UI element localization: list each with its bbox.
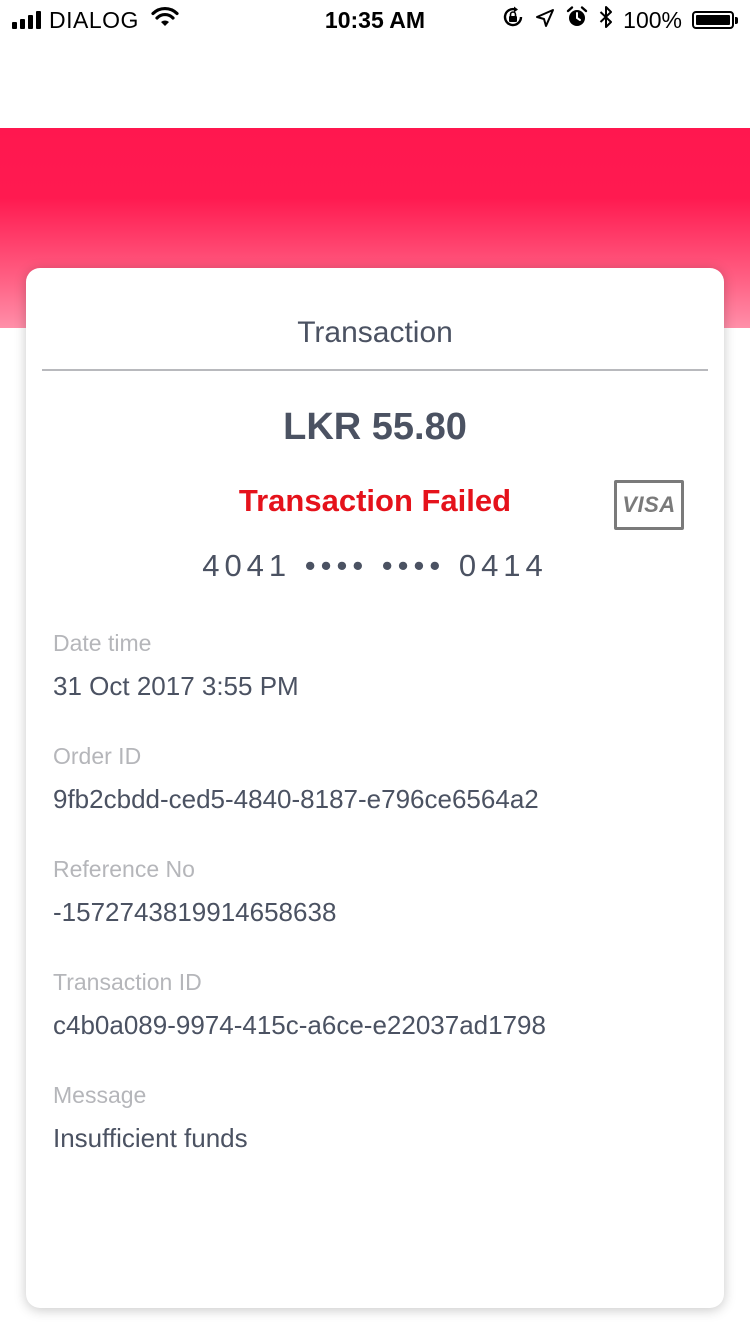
date-time-field: Date time 31 Oct 2017 3:55 PM	[53, 626, 703, 706]
battery-icon	[692, 11, 738, 29]
field-label: Order ID	[53, 743, 142, 769]
status-bar: DIALOG 10:35 AM 100%	[0, 0, 750, 40]
order-id-field: Order ID 9fb2cbdd-ced5-4840-8187-e796ce6…	[53, 739, 703, 819]
field-value: c4b0a089-9974-415c-a6ce-e22037ad1798	[53, 1010, 546, 1040]
field-label: Date time	[53, 630, 152, 656]
location-icon	[535, 7, 555, 34]
orientation-lock-icon	[501, 5, 525, 35]
bluetooth-icon	[599, 5, 613, 35]
reference-no-field: Reference No -1572743819914658638	[53, 852, 703, 932]
transaction-amount: LKR 55.80	[283, 406, 467, 448]
visa-card-icon: VISA	[614, 480, 684, 530]
field-value: -1572743819914658638	[53, 897, 337, 927]
alarm-icon	[565, 5, 589, 35]
divider	[42, 369, 708, 371]
field-label: Reference No	[53, 856, 195, 882]
field-value: Insufficient funds	[53, 1123, 248, 1153]
battery-percent: 100%	[623, 6, 682, 33]
field-label: Message	[53, 1082, 147, 1108]
transaction-screen: DIALOG 10:35 AM 100% Transaction LKR 55.…	[0, 0, 750, 1334]
masked-card-number: 4041 •••• •••• 0414	[202, 548, 548, 583]
field-value: 31 Oct 2017 3:55 PM	[53, 671, 299, 701]
field-label: Transaction ID	[53, 969, 202, 995]
transaction-card: Transaction LKR 55.80 Transaction Failed…	[26, 268, 724, 1308]
message-field: Message Insufficient funds	[53, 1078, 703, 1158]
transaction-id-field: Transaction ID c4b0a089-9974-415c-a6ce-e…	[53, 965, 703, 1045]
field-value: 9fb2cbdd-ced5-4840-8187-e796ce6564a2	[53, 784, 539, 814]
status-bar-right: 100%	[501, 6, 738, 34]
card-title: Transaction	[297, 316, 453, 349]
